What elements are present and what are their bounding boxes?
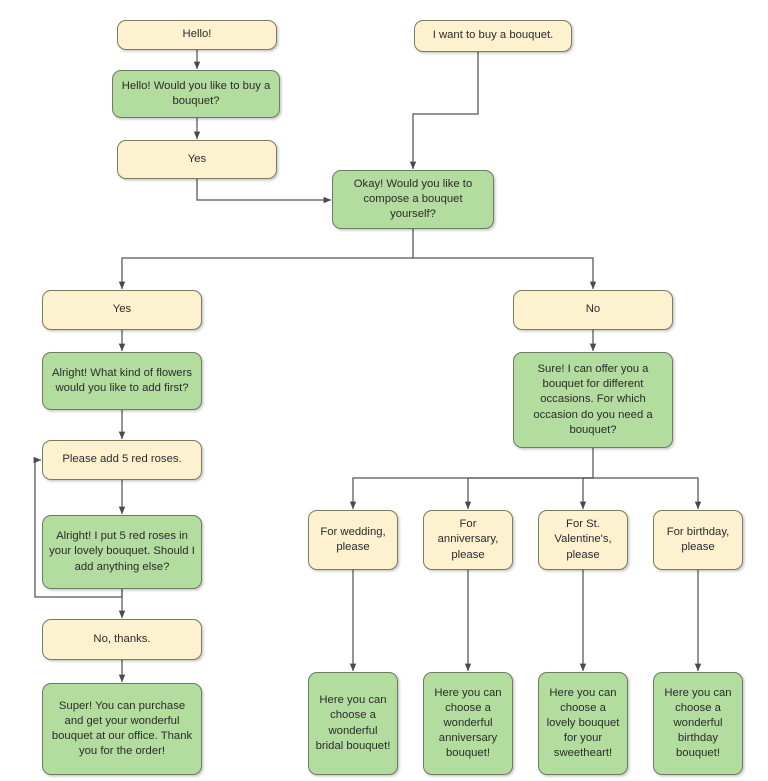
node-super-purchase[interactable]: Super! You can purchase and get your won… (42, 683, 202, 775)
edge-compose-to-no-branch (413, 257, 597, 290)
node-no-thanks-label: No, thanks. (93, 632, 151, 645)
node-occasions-offer-label: Sure! I can offer you a bouquet for diff… (533, 363, 653, 436)
node-for-birthday[interactable]: For birthday, please (653, 510, 743, 570)
node-no-thanks[interactable]: No, thanks. (42, 619, 202, 660)
node-for-valentines-label: For St. Valentine's, please (554, 518, 612, 561)
node-yes-branch-label: Yes (112, 303, 132, 316)
node-want-bouquet-label: I want to buy a bouquet. (432, 29, 554, 42)
node-for-anniversary[interactable]: For anniversary, please (423, 510, 513, 570)
node-occasions-offer[interactable]: Sure! I can offer you a bouquet for diff… (513, 352, 673, 448)
edge-want-to-compose (409, 52, 479, 170)
node-super-purchase-label: Super! You can purchase and get your won… (51, 699, 193, 758)
node-hello-user[interactable]: Hello! (117, 20, 277, 50)
node-hello-bot[interactable]: Hello! Would you like to buy a bouquet? (112, 70, 280, 118)
edge-yes-to-compose (196, 179, 332, 204)
node-yes-branch[interactable]: Yes (42, 290, 202, 330)
node-no-branch[interactable]: No (513, 290, 673, 330)
node-what-flowers[interactable]: Alright! What kind of flowers would you … (42, 352, 202, 410)
node-for-valentines[interactable]: For St. Valentine's, please (538, 510, 628, 570)
node-for-anniversary-label: For anniversary, please (437, 518, 499, 561)
node-birthday-answer[interactable]: Here you can choose a wonderful birthday… (653, 672, 743, 775)
edge-occasions-to-birthday (593, 477, 702, 510)
node-for-birthday-label: For birthday, please (666, 525, 730, 553)
node-what-flowers-label: Alright! What kind of flowers would you … (51, 366, 192, 394)
edge-occasions-to-valentines (579, 477, 593, 510)
node-valentines-answer[interactable]: Here you can choose a lovely bouquet for… (538, 672, 628, 775)
node-for-wedding-label: For wedding, please (320, 525, 386, 553)
node-for-wedding[interactable]: For wedding, please (308, 510, 398, 570)
node-add-roses[interactable]: Please add 5 red roses. (42, 440, 202, 480)
edge-occasions-to-anniversary (464, 477, 593, 510)
node-birthday-answer-label: Here you can choose a wonderful birthday… (664, 686, 732, 760)
node-want-bouquet[interactable]: I want to buy a bouquet. (414, 20, 572, 52)
flowchart-canvas: Hello! Hello! Would you like to buy a bo… (0, 0, 768, 781)
node-hello-bot-label: Hello! Would you like to buy a bouquet? (121, 79, 271, 107)
node-compose-question[interactable]: Okay! Would you like to compose a bouque… (332, 170, 494, 229)
node-anniversary-answer-label: Here you can choose a wonderful annivers… (434, 686, 502, 760)
node-yes-top-label: Yes (187, 152, 207, 165)
node-bridal-answer-label: Here you can choose a wonderful bridal b… (315, 694, 391, 752)
node-valentines-answer-label: Here you can choose a lovely bouquet for… (546, 686, 620, 760)
node-bridal-answer[interactable]: Here you can choose a wonderful bridal b… (308, 672, 398, 775)
edge-occasions-to-wedding (349, 448, 594, 510)
node-put-roses-label: Alright! I put 5 red roses in your lovel… (49, 530, 195, 573)
node-hello-user-label: Hello! (182, 28, 212, 41)
node-put-roses[interactable]: Alright! I put 5 red roses in your lovel… (42, 515, 202, 589)
node-yes-top[interactable]: Yes (117, 140, 277, 179)
node-compose-question-label: Okay! Would you like to compose a bouque… (353, 177, 473, 220)
node-anniversary-answer[interactable]: Here you can choose a wonderful annivers… (423, 672, 513, 775)
node-no-branch-label: No (585, 303, 601, 316)
edge-compose-to-yes-branch (118, 229, 414, 290)
node-add-roses-label: Please add 5 red roses. (62, 453, 182, 466)
